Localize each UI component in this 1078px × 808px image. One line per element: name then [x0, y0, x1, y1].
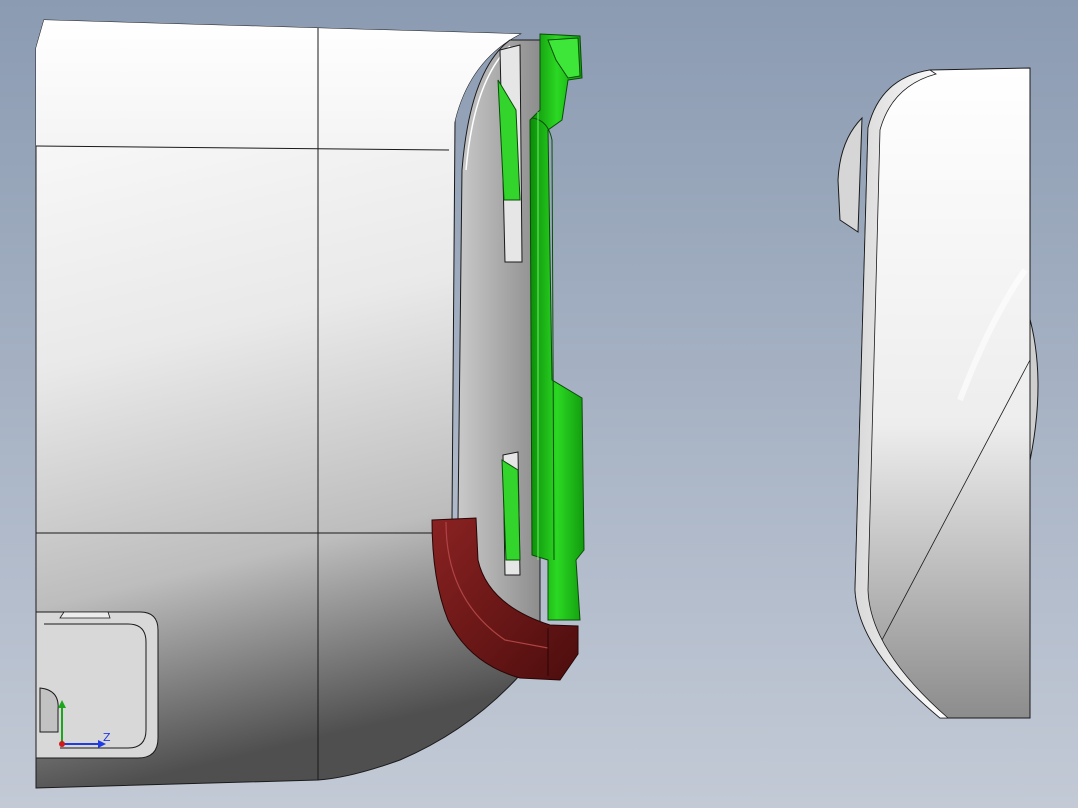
cad-scene: Z — [0, 0, 1078, 808]
front-panel[interactable] — [837, 67, 1039, 719]
service-cutout — [35, 611, 159, 759]
axis-x-label: Z — [103, 731, 111, 744]
axis-origin — [59, 741, 65, 747]
cad-viewport[interactable]: Z — [0, 0, 1078, 808]
